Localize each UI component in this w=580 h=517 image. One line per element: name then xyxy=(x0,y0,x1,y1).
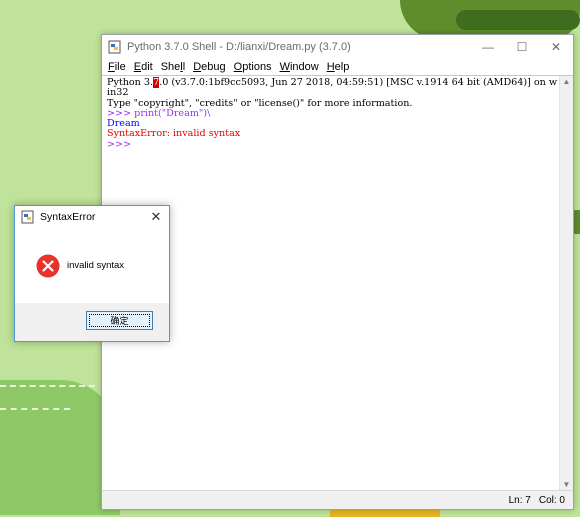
close-button[interactable]: ✕ xyxy=(539,35,573,59)
dialog-title: SyntaxError xyxy=(40,211,96,223)
syntax-error-dialog: SyntaxError ✕ invalid syntax 确定 xyxy=(14,205,170,342)
menu-file-rest: ile xyxy=(114,61,126,73)
menu-window[interactable]: Window xyxy=(280,61,319,73)
wallpaper-dash-line xyxy=(0,408,70,412)
window-titlebar[interactable]: Python 3.7.0 Shell - D:/lianxi/Dream.py … xyxy=(102,35,573,59)
dialog-message: invalid syntax xyxy=(67,260,125,271)
current-prompt: >>> xyxy=(107,138,132,150)
error-icon xyxy=(36,254,60,278)
minimize-button[interactable]: — xyxy=(471,35,505,59)
wallpaper-dash-line xyxy=(0,385,95,389)
menu-help[interactable]: Help xyxy=(327,61,350,73)
menu-debug[interactable]: Debug xyxy=(193,61,225,73)
dialog-body: invalid syntax xyxy=(15,228,169,303)
status-bar: Ln: 7 Col: 0 xyxy=(102,490,573,509)
user-input-line: print("Dream")\ xyxy=(134,107,211,119)
dialog-close-button[interactable]: ✕ xyxy=(143,209,169,225)
shell-output[interactable]: Python 3.7.0 (v3.7.0:1bf9cc5093, Jun 27 … xyxy=(107,77,559,150)
python-idle-icon xyxy=(108,40,121,54)
menu-file[interactable]: File xyxy=(108,61,126,73)
scroll-up-icon[interactable]: ▲ xyxy=(560,76,573,88)
menu-edit[interactable]: Edit xyxy=(134,61,153,73)
column-indicator: Col: 0 xyxy=(538,494,565,506)
vertical-scrollbar[interactable]: ▲ ▼ xyxy=(559,76,573,491)
ok-button[interactable]: 确定 xyxy=(86,311,153,330)
window-title: Python 3.7.0 Shell - D:/lianxi/Dream.py … xyxy=(127,41,351,53)
shell-text-area[interactable]: Python 3.7.0 (v3.7.0:1bf9cc5093, Jun 27 … xyxy=(102,75,573,491)
menu-shell[interactable]: Shell xyxy=(161,61,185,73)
wallpaper-branch xyxy=(456,10,580,30)
idle-shell-window: Python 3.7.0 Shell - D:/lianxi/Dream.py … xyxy=(101,34,574,510)
python-idle-icon xyxy=(21,210,34,224)
line-indicator: Ln: 7 xyxy=(508,494,531,506)
maximize-button[interactable]: ☐ xyxy=(505,35,539,59)
menu-options[interactable]: Options xyxy=(234,61,272,73)
menu-bar: File Edit Shell Debug Options Window Hel… xyxy=(102,59,573,75)
dialog-titlebar[interactable]: SyntaxError ✕ xyxy=(15,206,169,228)
